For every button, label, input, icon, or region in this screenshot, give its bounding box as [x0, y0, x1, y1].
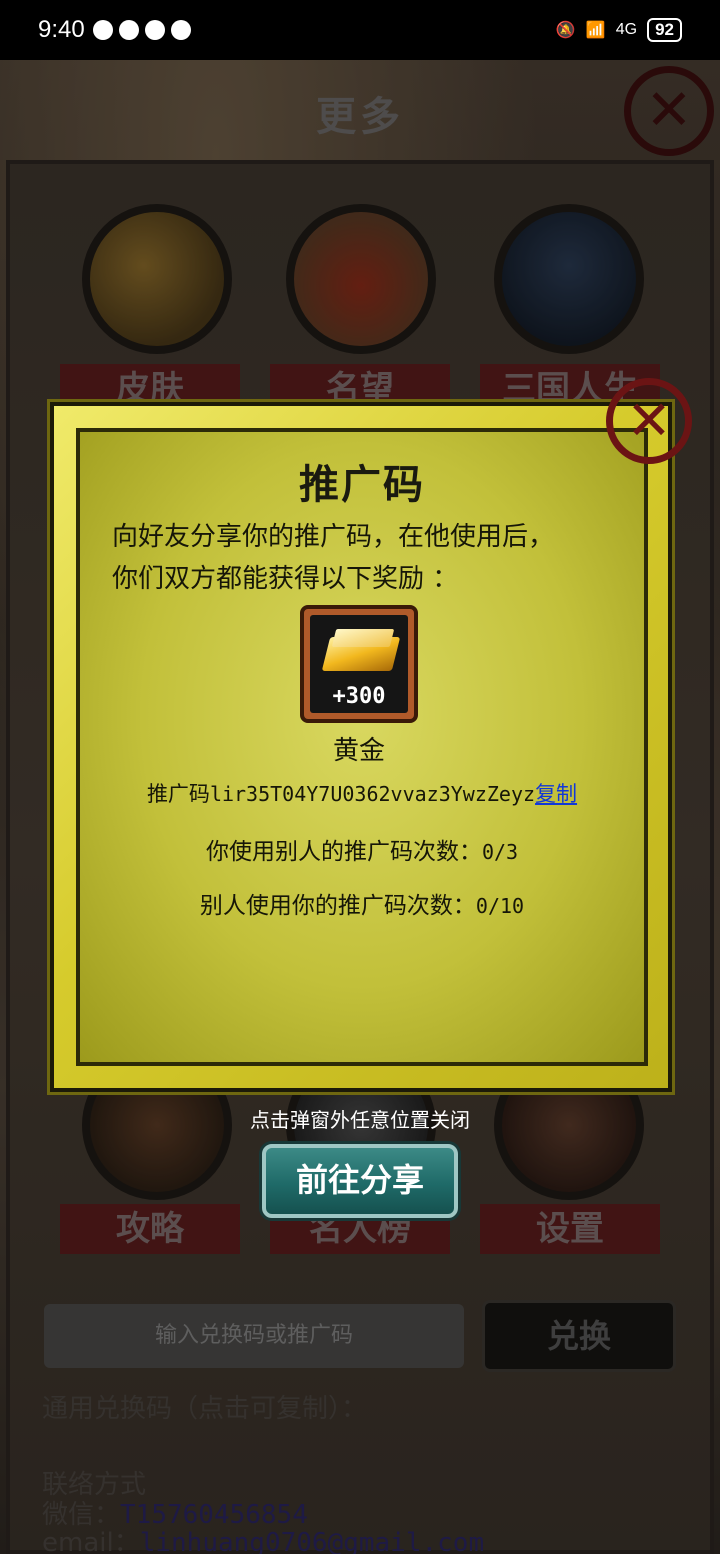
notification-icon	[92, 20, 113, 40]
share-button[interactable]: 前往分享	[262, 1144, 458, 1218]
eye-icon	[118, 20, 139, 40]
others-used-stat: 别人使用你的推广码次数：0/10	[76, 886, 648, 920]
reward-amount: +300	[332, 684, 386, 709]
popup-description-line2: 你们双方都能获得以下奖励 ：	[112, 564, 459, 594]
status-icons-left	[92, 20, 191, 40]
used-others-stat: 你使用别人的推广码次数：0/3	[76, 832, 648, 866]
status-icons-right: 🔕 📶 4G 92	[556, 18, 682, 42]
promo-code-label: 推广码	[146, 782, 210, 806]
mute-icon: 🔕	[555, 22, 576, 39]
alarm-icon	[170, 20, 191, 40]
used-others-value: 0/3	[481, 840, 519, 864]
gold-bar-top-icon	[331, 629, 395, 647]
battery-icon: 92	[647, 18, 682, 42]
promo-code-value: lir35T04Y7U0362vvaz3YwzZeyz	[209, 782, 536, 806]
promo-code-line: 推广码lir35T04Y7U0362vvaz3YwzZeyz复制	[76, 778, 648, 808]
status-bar: 9:40 🔕 📶 4G 92	[0, 0, 720, 60]
reward-item-inner: +300	[310, 615, 408, 713]
reward-name: 黄金	[332, 736, 385, 766]
reward-item: +300	[300, 605, 418, 723]
others-used-value: 0/10	[475, 894, 525, 918]
network-type: 4G	[615, 21, 638, 38]
wifi-icon: 📶	[585, 22, 606, 39]
popup-description: 向好友分享你的推广码，在他使用后， 你们双方都能获得以下奖励 ：	[112, 516, 622, 600]
popup-description-line1: 向好友分享你的推广码，在他使用后，	[112, 522, 555, 552]
nfc-icon	[144, 20, 165, 40]
status-time: 9:40	[38, 16, 85, 43]
popup-title: 推广码	[299, 462, 425, 508]
others-used-label: 别人使用你的推广码次数：	[199, 893, 476, 919]
close-tip: 点击弹窗外任意位置关闭	[250, 1108, 470, 1132]
copy-link[interactable]: 复制	[535, 782, 577, 806]
used-others-label: 你使用别人的推广码次数：	[205, 839, 482, 865]
